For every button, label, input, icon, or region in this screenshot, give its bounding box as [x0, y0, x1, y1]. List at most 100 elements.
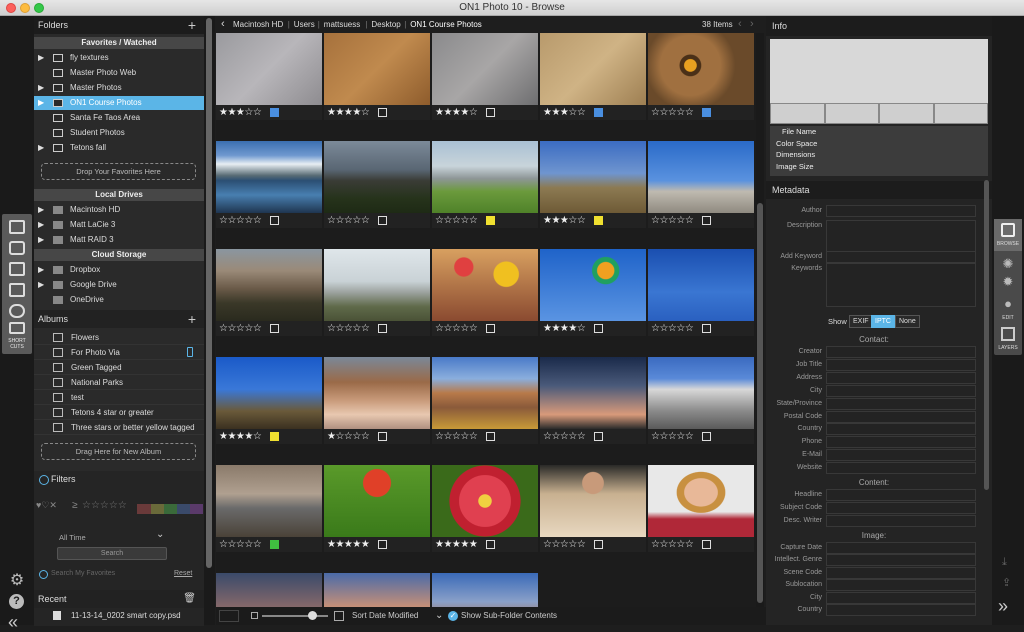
star-rating[interactable]: ★★★★☆ [435, 107, 478, 118]
thumbnail-lily[interactable] [432, 465, 538, 537]
star-rating[interactable]: ☆☆☆☆☆ [435, 431, 478, 442]
add-keyword-field[interactable] [826, 251, 976, 263]
color-label-checkbox[interactable] [270, 324, 279, 333]
folder-item[interactable]: Master Photo Web [34, 66, 204, 80]
thumbnail-woman-portrait[interactable] [648, 465, 754, 537]
star-rating[interactable]: ★★★★★ [435, 539, 478, 550]
large-thumb-icon[interactable] [334, 611, 344, 621]
photo-tile[interactable]: ☆☆☆☆☆ [432, 249, 538, 336]
effects-icon[interactable]: ✹ [1001, 275, 1015, 289]
folder-item[interactable]: ▶ Google Drive [34, 278, 204, 292]
thumbnail-horse[interactable] [540, 141, 646, 213]
photo-tile[interactable] [324, 573, 430, 607]
star-rating[interactable]: ★★★★☆ [327, 107, 370, 118]
blue-label-filter[interactable] [177, 504, 190, 514]
color-label-checkbox[interactable] [702, 432, 711, 441]
photo-tile[interactable]: ★★★★☆ [324, 33, 430, 120]
star-rating[interactable]: ☆☆☆☆☆ [219, 323, 262, 334]
thumbnail-size-slider[interactable] [262, 615, 328, 617]
small-thumb-icon[interactable] [251, 612, 258, 619]
metadata-field[interactable] [826, 566, 976, 579]
sort-chevron-icon[interactable]: ⌄ [435, 607, 443, 625]
author-field[interactable] [826, 205, 976, 217]
photo-tile[interactable]: ☆☆☆☆☆ [432, 357, 538, 444]
metadata-field[interactable] [826, 514, 976, 527]
disclosure-arrow-icon[interactable]: ▶ [38, 51, 44, 65]
album-item[interactable]: Green Tagged [34, 360, 204, 375]
photo-tile[interactable]: ★★★★☆ [216, 357, 322, 444]
color-label-checkbox[interactable] [594, 324, 603, 333]
photo-tile[interactable]: ☆☆☆☆☆ [216, 465, 322, 552]
zoom-window-button[interactable] [34, 3, 44, 13]
album-item[interactable]: National Parks [34, 375, 204, 390]
folder-item[interactable]: Student Photos [34, 126, 204, 140]
metadata-field[interactable] [826, 591, 976, 604]
thumbnail-owl[interactable] [648, 33, 754, 105]
folder-item[interactable]: ▶ Dropbox [34, 263, 204, 277]
photo-tile[interactable] [216, 573, 322, 607]
rating-filter-stars[interactable]: ☆☆☆☆☆ [82, 500, 127, 511]
metadata-field[interactable] [826, 384, 976, 397]
breadcrumb-item[interactable]: Desktop [371, 16, 400, 33]
star-rating[interactable]: ☆☆☆☆☆ [435, 323, 478, 334]
metadata-field[interactable] [826, 358, 976, 371]
disclosure-arrow-icon[interactable]: ▶ [38, 203, 44, 217]
photo-tile[interactable]: ☆☆☆☆☆ [324, 141, 430, 228]
disclosure-arrow-icon[interactable]: ▶ [38, 263, 44, 277]
metadata-field[interactable] [826, 554, 976, 567]
album-item[interactable]: Three stars or better yellow tagged [34, 420, 204, 435]
photo-tile[interactable]: ☆☆☆☆☆ [432, 141, 538, 228]
star-rating[interactable]: ★★★☆☆ [543, 107, 586, 118]
rating-operator[interactable]: ≥ [72, 500, 78, 511]
photo-tile[interactable]: ☆☆☆☆☆ [648, 357, 754, 444]
thumbnail-balloons-sunset[interactable] [432, 249, 538, 321]
star-rating[interactable]: ☆☆☆☆☆ [219, 539, 262, 550]
add-folder-button[interactable]: + [188, 16, 196, 34]
photo-tile[interactable]: ☆☆☆☆☆ [540, 357, 646, 444]
grid-view-icon[interactable] [219, 610, 239, 622]
photo-tile[interactable]: ☆☆☆☆☆ [648, 465, 754, 552]
photo-tile[interactable]: ☆☆☆☆☆ [648, 141, 754, 228]
star-rating[interactable]: ☆☆☆☆☆ [651, 215, 694, 226]
thumbnail-horses-field[interactable] [324, 249, 430, 321]
thumbnail-balloon-sky[interactable] [540, 249, 646, 321]
color-label-checkbox[interactable] [486, 216, 495, 225]
share-icon[interactable]: ⇪ [1002, 576, 1011, 589]
thumbnail-mountain-lake[interactable] [216, 141, 322, 213]
color-label-checkbox[interactable] [594, 108, 603, 117]
disclosure-arrow-icon[interactable]: ▶ [38, 141, 44, 155]
next-icon[interactable]: › [750, 16, 754, 33]
metadata-field[interactable] [826, 542, 976, 554]
cloud-icon[interactable] [9, 304, 25, 318]
purple-label-filter[interactable] [190, 504, 203, 514]
thumbnail-mother-road[interactable] [648, 357, 754, 429]
tab-exif[interactable]: EXIF [849, 315, 873, 328]
color-label-checkbox[interactable] [702, 540, 711, 549]
photo-tile[interactable]: ☆☆☆☆☆ [648, 33, 754, 120]
album-icon[interactable] [9, 322, 25, 334]
metadata-field[interactable] [826, 436, 976, 449]
chevron-down-icon[interactable]: ⌄ [156, 529, 164, 540]
folder-item[interactable]: ▶ ON1 Course Photos [34, 96, 204, 110]
thumbnail-barn-bright[interactable] [432, 141, 538, 213]
color-label-checkbox[interactable] [594, 432, 603, 441]
help-icon[interactable]: ? [9, 594, 24, 609]
color-label-checkbox[interactable] [486, 324, 495, 333]
disclosure-arrow-icon[interactable]: ▶ [38, 233, 44, 247]
subfolder-checkbox[interactable]: ✓ [448, 611, 458, 621]
thumbnail-red-butte[interactable] [432, 357, 538, 429]
color-label-checkbox[interactable] [270, 432, 279, 441]
develop-icon[interactable]: ✺ [1001, 257, 1015, 271]
photo-tile[interactable]: ★★★★★ [324, 465, 430, 552]
collapse-left-icon[interactable]: « [8, 612, 18, 632]
add-album-button[interactable]: + [188, 310, 196, 328]
yellow-label-filter[interactable] [151, 504, 164, 514]
folder-item[interactable]: ▶ Matt LaCie 3 [34, 218, 204, 232]
breadcrumb-item[interactable]: ON1 Course Photos [410, 16, 482, 33]
tab-iptc[interactable]: IPTC [871, 315, 895, 328]
slider-knob[interactable] [308, 611, 317, 620]
thumbnail-gravel-texture[interactable] [432, 33, 538, 105]
filters-toggle[interactable] [39, 475, 49, 485]
close-window-button[interactable] [6, 3, 16, 13]
star-rating[interactable]: ☆☆☆☆☆ [327, 323, 370, 334]
